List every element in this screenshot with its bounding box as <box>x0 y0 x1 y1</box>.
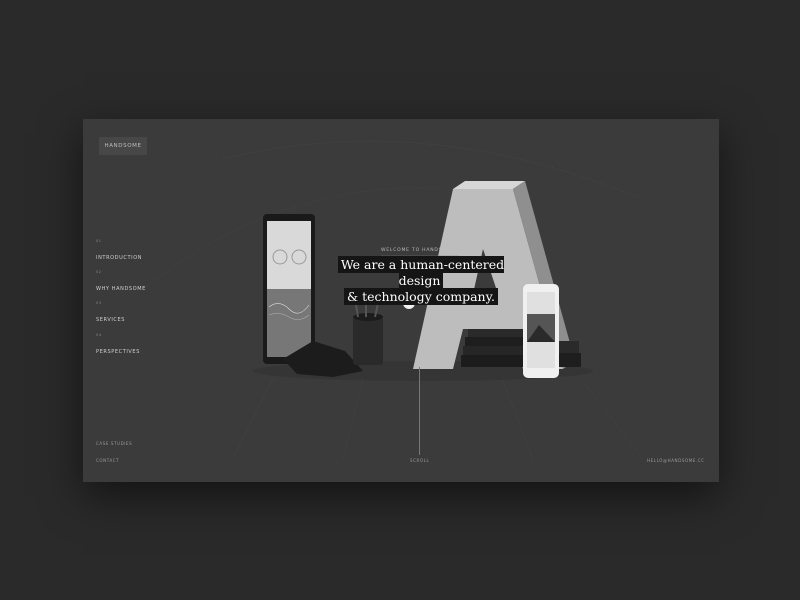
nav-item-label: INTRODUCTION <box>96 255 143 261</box>
headline-line-1: We are a human-centered design <box>337 256 505 289</box>
headline-line-2: & technology company. <box>344 288 498 305</box>
welcome-eyebrow: WELCOME TO HANDSOME <box>381 248 455 253</box>
nav-item-label: WHY HANDSOME <box>96 286 146 292</box>
tablet-device <box>263 214 315 364</box>
scroll-indicator-line <box>419 367 420 455</box>
email-link[interactable]: HELLO@HANDSOME.CC <box>647 458 705 463</box>
nav-item-label: SERVICES <box>96 317 126 323</box>
contact-link[interactable]: CONTACT <box>96 458 119 463</box>
nav-item-perspectives[interactable]: 04 PERSPECTIVES <box>96 333 176 357</box>
nav-item-number: 04 <box>96 333 102 337</box>
site-frame: HANDSOME 01 INTRODUCTION 02 WHY HANDSOME… <box>83 119 719 482</box>
nav-item-number: 03 <box>96 301 102 305</box>
nav-item-label: PERSPECTIVES <box>96 349 140 355</box>
nav-item-number: 02 <box>96 270 102 274</box>
scroll-label[interactable]: SCROLL <box>410 458 429 463</box>
orbit-line <box>222 140 644 200</box>
nav-item-introduction[interactable]: 01 INTRODUCTION <box>96 239 176 263</box>
nav-item-number: 01 <box>96 239 102 243</box>
case-studies-link[interactable]: CASE STUDIES <box>96 441 132 446</box>
pencil-cup <box>353 296 383 365</box>
nav-item-why-handsome[interactable]: 02 WHY HANDSOME <box>96 270 176 294</box>
brand-logo[interactable]: HANDSOME <box>99 137 147 155</box>
nav-item-services[interactable]: 03 SERVICES <box>96 301 176 325</box>
hero-headline: We are a human-centered design & technol… <box>321 256 521 305</box>
phone-device <box>523 284 559 378</box>
